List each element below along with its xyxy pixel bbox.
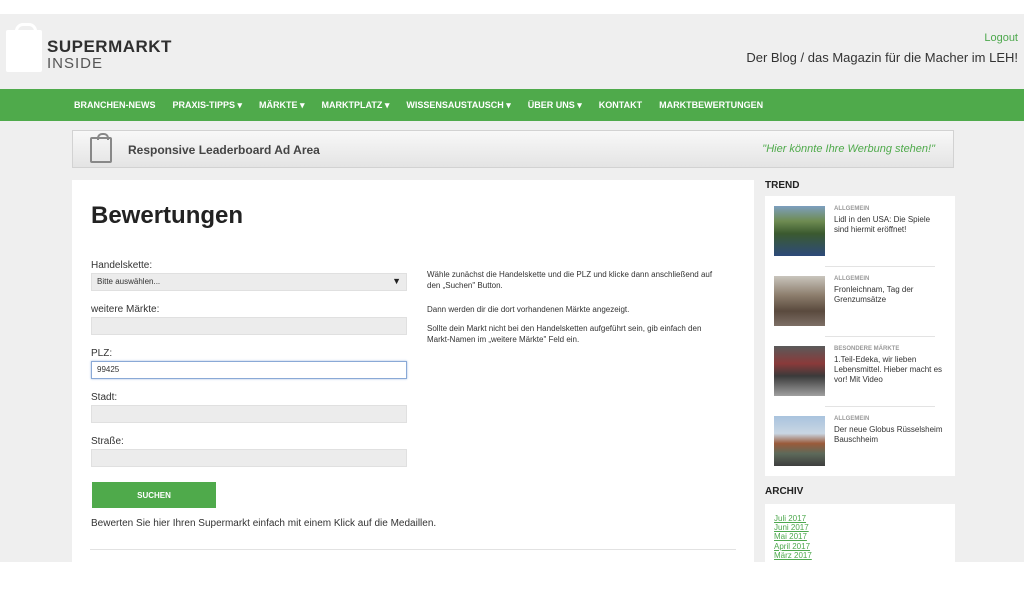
main-navigation: BRANCHEN-NEWS PRAXIS-TIPPS ▾ MÄRKTE ▾ MA… xyxy=(0,89,1024,121)
instruction-paragraph-1: Wähle zunächst die Handelskette und die … xyxy=(427,270,713,290)
nav-item-ueber-uns[interactable]: ÜBER UNS ▾ xyxy=(528,100,582,111)
stadt-label: Stadt: xyxy=(91,392,118,403)
trend-title: 1.Teil-Edeka, wir lieben Lebensmittel. H… xyxy=(834,355,943,384)
nav-item-maerkte[interactable]: MÄRKTE ▾ xyxy=(259,100,305,111)
rating-instruction-text: Bewerten Sie hier Ihren Supermarkt einfa… xyxy=(91,518,437,529)
shopping-bag-icon xyxy=(90,133,112,163)
nav-item-wissensaustausch[interactable]: WISSENSAUSTAUSCH ▾ xyxy=(406,100,510,111)
site-logo[interactable]: SUPERMARKT INSIDE xyxy=(6,23,176,74)
trend-thumbnail xyxy=(774,346,825,396)
trend-item[interactable]: ALLGEMEIN Lidl in den USA: Die Spiele si… xyxy=(774,206,944,266)
site-tagline: Der Blog / das Magazin für die Macher im… xyxy=(746,50,1018,65)
archive-link[interactable]: Mai 2017 xyxy=(774,532,807,541)
nav-item-marktplatz[interactable]: MARKTPLATZ ▾ xyxy=(322,100,390,111)
handelskette-select[interactable]: Bitte auswählen... ▼ xyxy=(91,273,407,291)
archive-link[interactable]: Juni 2017 xyxy=(774,523,809,532)
nav-item-praxis-tipps[interactable]: PRAXIS-TIPPS ▾ xyxy=(173,100,243,111)
dropdown-arrow-icon: ▼ xyxy=(392,276,401,286)
weitere-maerkte-input[interactable] xyxy=(91,317,407,335)
weitere-maerkte-label: weitere Märkte: xyxy=(91,304,160,315)
trend-list: ALLGEMEIN Lidl in den USA: Die Spiele si… xyxy=(765,196,955,476)
trend-category: ALLGEMEIN xyxy=(834,206,870,212)
logo-text-inside: INSIDE xyxy=(47,55,104,72)
trend-item[interactable]: BESONDERE MÄRKTE 1.Teil-Edeka, wir liebe… xyxy=(774,346,944,406)
divider xyxy=(825,336,935,337)
shopping-bag-icon xyxy=(6,23,42,72)
divider xyxy=(825,406,935,407)
handelskette-selected-value: Bitte auswählen... xyxy=(97,277,161,286)
stadt-input[interactable] xyxy=(91,405,407,423)
archive-heading: ARCHIV xyxy=(765,486,804,497)
page-title: Bewertungen xyxy=(91,202,244,229)
nav-item-kontakt[interactable]: KONTAKT xyxy=(599,100,642,110)
plz-label: PLZ: xyxy=(91,348,113,359)
trend-heading: TREND xyxy=(765,180,800,191)
main-content: Bewertungen Handelskette: Bitte auswähle… xyxy=(72,180,754,562)
instruction-paragraph-2: Dann werden dir die dort vorhandenen Mär… xyxy=(427,305,630,314)
logout-link[interactable]: Logout xyxy=(984,32,1018,44)
plz-input[interactable]: 99425 xyxy=(91,361,407,379)
ad-title: Responsive Leaderboard Ad Area xyxy=(128,143,320,157)
ad-banner[interactable]: Responsive Leaderboard Ad Area "Hier kön… xyxy=(72,130,954,168)
archive-link[interactable]: Juli 2017 xyxy=(774,514,806,523)
trend-title: Der neue Globus Rüsselsheim Bauschheim xyxy=(834,425,943,444)
strasse-input[interactable] xyxy=(91,449,407,467)
instruction-paragraph-3: Sollte dein Markt nicht bei den Handelsk… xyxy=(427,324,702,344)
trend-thumbnail xyxy=(774,276,825,326)
ad-slogan: "Hier könnte Ihre Werbung stehen!" xyxy=(762,143,935,155)
trend-item[interactable]: ALLGEMEIN Der neue Globus Rüsselsheim Ba… xyxy=(774,416,944,476)
trend-category: ALLGEMEIN xyxy=(834,276,870,282)
trend-item[interactable]: ALLGEMEIN Fronleichnam, Tag der Grenzums… xyxy=(774,276,944,336)
trend-category: ALLGEMEIN xyxy=(834,416,870,422)
nav-item-marktbewertungen[interactable]: MARKTBEWERTUNGEN xyxy=(659,100,763,110)
divider xyxy=(90,549,736,550)
trend-thumbnail xyxy=(774,416,825,466)
browser-viewport: SUPERMARKT INSIDE Logout Der Blog / das … xyxy=(0,14,1024,562)
logo-text-supermarkt: SUPERMARKT xyxy=(47,37,172,56)
trend-category: BESONDERE MÄRKTE xyxy=(834,346,900,352)
trend-title: Fronleichnam, Tag der Grenzumsätze xyxy=(834,285,914,304)
trend-thumbnail xyxy=(774,206,825,256)
nav-item-branchen-news[interactable]: BRANCHEN-NEWS xyxy=(74,100,156,110)
search-button[interactable]: SUCHEN xyxy=(92,482,216,508)
archive-link[interactable]: März 2017 xyxy=(774,551,812,560)
archive-list: Juli 2017 Juni 2017 Mai 2017 April 2017 … xyxy=(765,504,955,562)
trend-title: Lidl in den USA: Die Spiele sind hiermit… xyxy=(834,215,931,234)
divider xyxy=(825,266,935,267)
archive-link[interactable]: April 2017 xyxy=(774,542,810,551)
strasse-label: Straße: xyxy=(91,436,124,447)
handelskette-label: Handelskette: xyxy=(91,260,153,271)
